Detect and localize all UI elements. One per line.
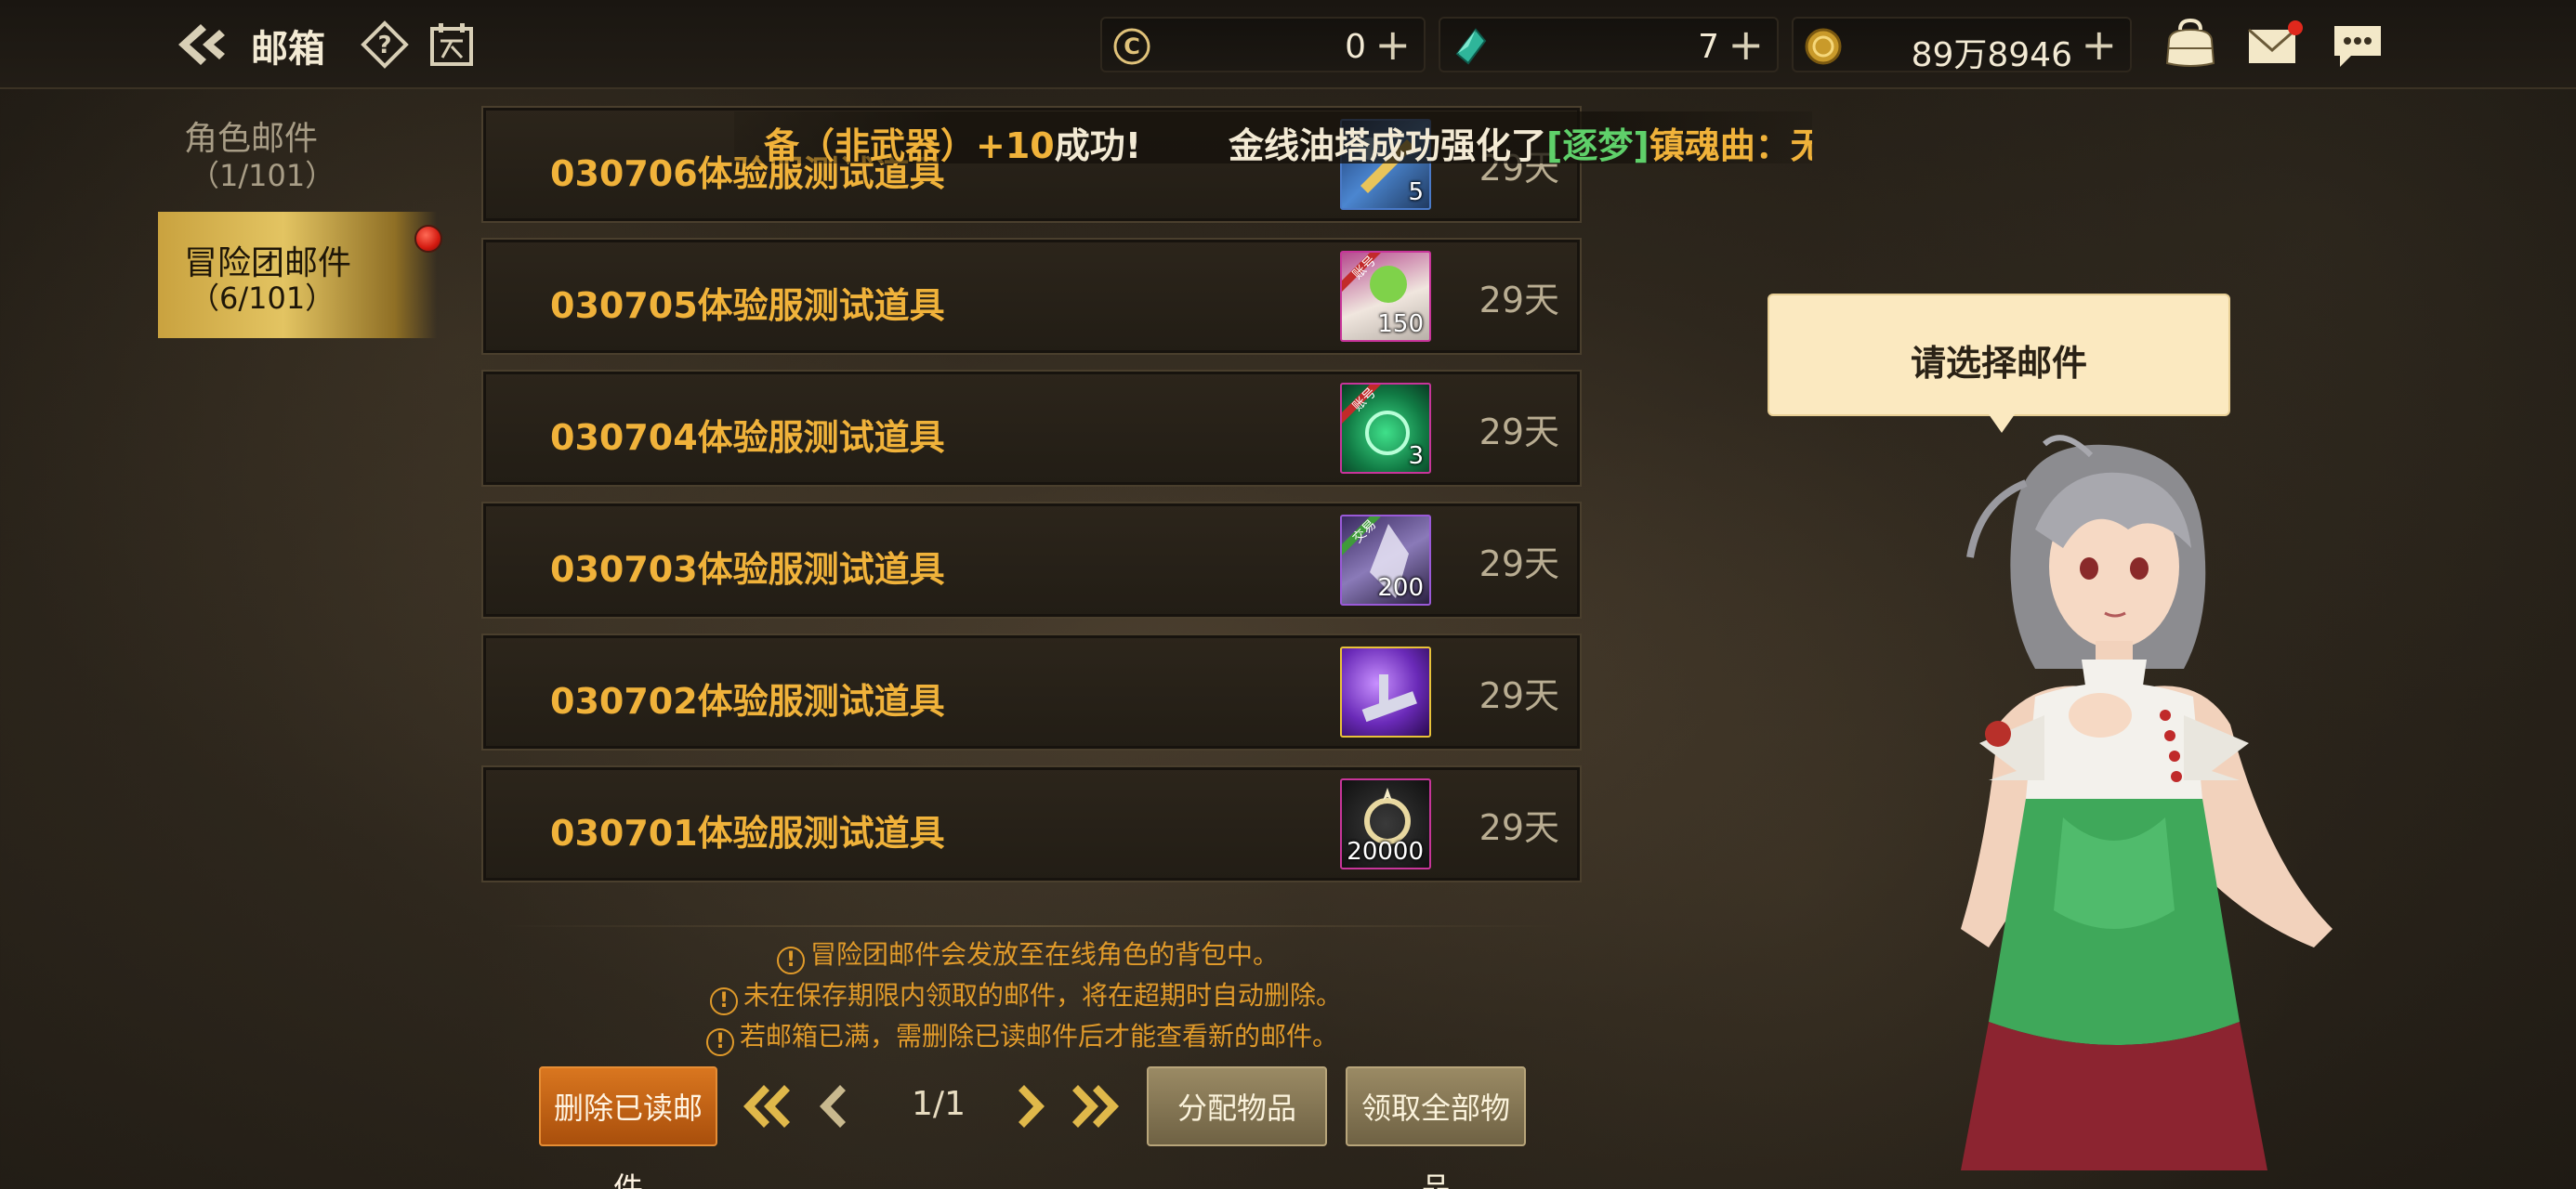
mail-expiry: 29天: [1479, 543, 1559, 584]
broadcast-message-2: 金线油塔成功强化了[逐梦]镇魂曲：无尽: [1229, 125, 1812, 163]
svg-text:?: ?: [377, 32, 391, 59]
mail-row[interactable]: 030705体验服测试道具 账号 150 29天: [481, 238, 1582, 355]
cera-coin-icon: 20000: [1340, 778, 1431, 869]
chevron-right-icon: [1019, 1085, 1045, 1128]
currency-cera: C 0 +: [1100, 17, 1426, 72]
next-page-button[interactable]: [1005, 1076, 1058, 1137]
chat-button[interactable]: [2327, 17, 2388, 72]
item-quantity: 5: [1408, 178, 1424, 206]
warning-icon: !: [777, 947, 805, 974]
top-bar: 邮箱 ? C 0 + 7 + 89万8946 +: [0, 0, 2576, 89]
potion-bundle-icon: 账号 150: [1340, 251, 1431, 342]
calendar-button[interactable]: [427, 20, 476, 69]
item-quantity: 200: [1377, 574, 1424, 602]
green-orb-icon: 账号 3: [1340, 383, 1431, 474]
mail-button[interactable]: [2243, 17, 2305, 72]
claim-all-button[interactable]: 领取全部物品: [1346, 1066, 1526, 1189]
mail-row[interactable]: 030704体验服测试道具 账号 3 29天: [481, 370, 1582, 487]
svg-text:C: C: [1124, 33, 1140, 59]
notice-line: ! 未在保存期限内领取的邮件，将在超期时自动删除。: [710, 975, 1342, 1015]
double-chevron-right-icon: [1072, 1085, 1119, 1128]
help-button[interactable]: ?: [361, 20, 409, 69]
currency-value: 0: [1345, 28, 1366, 66]
mail-expiry: 29天: [1479, 280, 1559, 320]
bag-icon: [2165, 18, 2215, 67]
page-title: 邮箱: [251, 28, 325, 71]
gold-coin-icon: [1805, 28, 1842, 65]
npc-character-illustration: [1961, 435, 2333, 1170]
mail-row[interactable]: 030703体验服测试道具 交易 200 29天: [481, 502, 1582, 619]
add-crystal-button[interactable]: +: [1728, 20, 1764, 69]
prev-page-button[interactable]: [807, 1076, 859, 1137]
speech-bubble: 请选择邮件: [1768, 294, 2230, 433]
tab-count: （1/101）: [190, 158, 335, 193]
notice-line: ! 冒险团邮件会发放至在线角色的背包中。: [777, 934, 1279, 974]
crystal-icon: [1455, 28, 1487, 65]
page-indicator: 1/1: [912, 1085, 966, 1123]
mail-row[interactable]: 030701体验服测试道具 20000 29天: [481, 765, 1582, 882]
divider: [502, 925, 1561, 927]
item-quantity: 150: [1377, 310, 1424, 338]
envelope-icon: [2248, 20, 2303, 63]
currency-value: 89万8946: [1911, 36, 2072, 74]
first-page-button[interactable]: [740, 1076, 792, 1137]
broadcast-ticker: 备（非武器）+10成功! 金线油塔成功强化了[逐梦]镇魂曲：无尽: [734, 111, 1812, 163]
back-arrow-icon: [178, 24, 225, 65]
mail-title: 030703体验服测试道具: [550, 549, 945, 590]
add-gold-button[interactable]: +: [2081, 20, 2117, 69]
tab-adventure-team-mail[interactable]: 冒险团邮件 （6/101）: [158, 212, 437, 338]
mail-expiry: 29天: [1479, 412, 1559, 452]
chevron-left-icon: [820, 1085, 846, 1128]
notification-dot: [414, 225, 442, 253]
question-icon: ?: [361, 20, 409, 69]
bag-button[interactable]: [2160, 17, 2221, 72]
double-chevron-left-icon: [743, 1085, 790, 1128]
mail-title: 030705体验服测试道具: [550, 285, 945, 326]
mail-title: 030702体验服测试道具: [550, 681, 945, 722]
warning-icon: !: [706, 1028, 734, 1056]
back-button[interactable]: [173, 17, 232, 72]
broadcast-message-1: 备（非武器）+10成功!: [764, 125, 1142, 163]
warning-icon: !: [710, 987, 738, 1015]
calendar-icon: [430, 23, 473, 66]
item-quantity: 20000: [1347, 838, 1424, 866]
mail-expiry: 29天: [1479, 807, 1559, 848]
mail-title: 030704体验服测试道具: [550, 417, 945, 458]
currency-value: 7: [1698, 28, 1719, 66]
assign-items-button[interactable]: 分配物品: [1147, 1066, 1327, 1146]
crystal-shard-icon: 交易 200: [1340, 515, 1431, 606]
bubble-text: 请选择邮件: [1910, 343, 2087, 384]
mail-expiry: 29天: [1479, 675, 1559, 716]
cera-coin-icon: C: [1113, 28, 1150, 65]
currency-gold: 89万8946 +: [1792, 17, 2132, 74]
currency-crystal: 7 +: [1439, 17, 1779, 72]
mail-row[interactable]: 030702体验服测试道具 29天: [481, 634, 1582, 751]
last-page-button[interactable]: [1071, 1076, 1123, 1137]
purple-gear-icon: [1340, 647, 1431, 738]
delete-read-button[interactable]: 删除已读邮件: [539, 1066, 717, 1189]
notice-line: ! 若邮箱已满，需删除已读邮件后才能查看新的邮件。: [706, 1016, 1338, 1056]
tab-count: （6/101）: [190, 281, 335, 316]
mail-title: 030701体验服测试道具: [550, 813, 945, 854]
item-quantity: 3: [1408, 442, 1424, 470]
add-cera-button[interactable]: +: [1374, 20, 1411, 69]
chat-bubble-icon: [2334, 26, 2381, 67]
